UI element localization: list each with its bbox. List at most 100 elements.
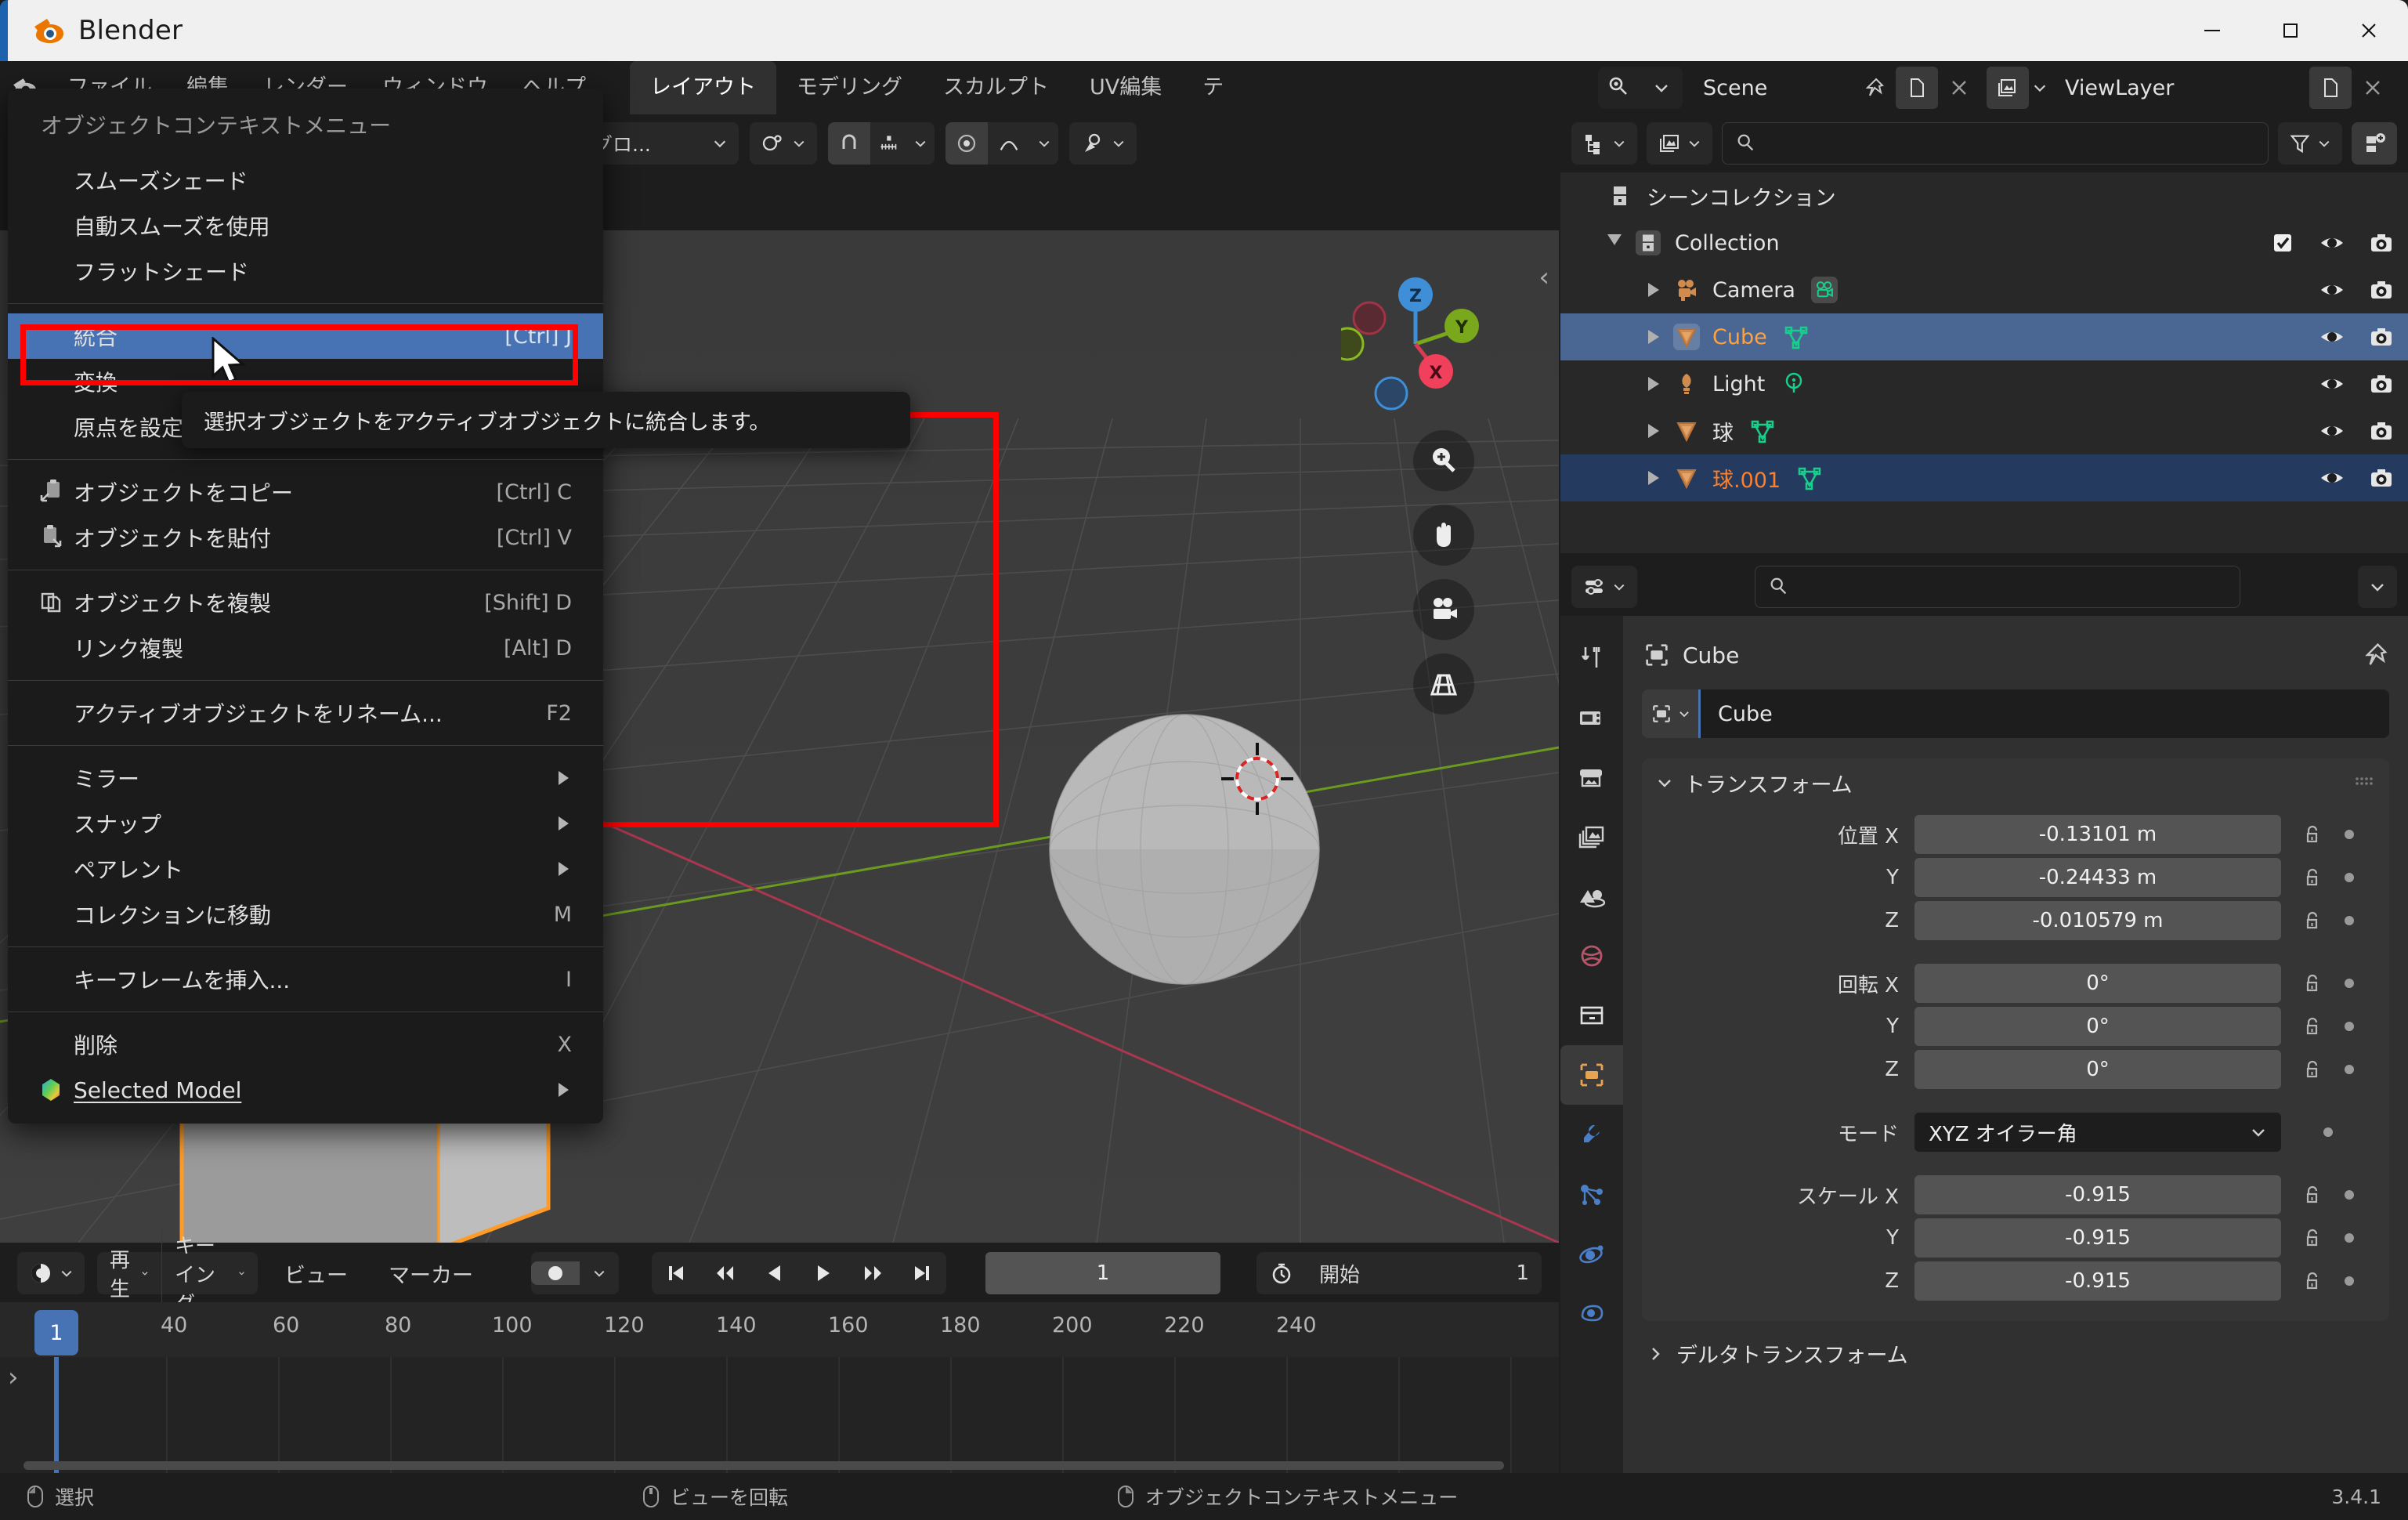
scene-pin-icon[interactable] (1853, 67, 1896, 109)
start-frame-field[interactable]: 開始 1 (1307, 1259, 1542, 1288)
tab-view-layer[interactable] (1560, 807, 1623, 867)
outliner-tree[interactable]: シーンコレクション Collection Camera Cube Light 球… (1560, 172, 2408, 553)
outliner-row-cube[interactable]: Cube (1560, 313, 2408, 360)
camera-view-button[interactable] (1413, 579, 1474, 640)
menu-item-copy-objects[interactable]: オブジェクトをコピー [Ctrl] C (8, 469, 603, 515)
scene-delete-icon[interactable] (1938, 67, 1980, 109)
object-context-menu[interactable]: オブジェクトコンテキストメニュー スムーズシェード 自動スムーズを使用 フラット… (8, 89, 603, 1124)
hide-in-viewport-eye-icon[interactable] (2319, 465, 2345, 490)
hide-in-viewport-eye-icon[interactable] (2319, 324, 2345, 349)
snap-chevron-icon[interactable] (906, 122, 935, 165)
lock-rotation-y-icon[interactable] (2302, 1015, 2324, 1037)
jump-to-start-button[interactable] (652, 1261, 700, 1285)
outliner-row-light[interactable]: Light (1560, 360, 2408, 407)
rotation-mode-dropdown[interactable]: XYZ オイラー角 (1914, 1113, 2281, 1152)
camera-data-icon[interactable] (1810, 277, 1838, 303)
proportional-edit-icon[interactable] (945, 122, 988, 165)
properties-options-button[interactable] (2358, 566, 2397, 608)
rotation-y-row[interactable]: Y 0° (1656, 1006, 2375, 1047)
tab-layout[interactable]: レイアウト (630, 61, 776, 114)
menu-item-shade-smooth[interactable]: スムーズシェード (8, 157, 603, 203)
snap-magnet-icon[interactable] (828, 122, 870, 165)
menu-item-paste-objects[interactable]: オブジェクトを貼付 [Ctrl] V (8, 515, 603, 560)
toggle-perspective-button[interactable] (1413, 653, 1474, 715)
timeline-editor-type[interactable] (17, 1252, 85, 1294)
hide-in-viewport-eye-icon[interactable] (2319, 418, 2345, 443)
animate-scale-x-dot[interactable] (2345, 1190, 2354, 1200)
tab-sculpt[interactable]: スカルプト (923, 66, 1069, 110)
playhead-label[interactable]: 1 (34, 1310, 78, 1355)
tab-constraints[interactable] (1560, 1283, 1623, 1343)
hide-in-viewport-eye-icon[interactable] (2319, 230, 2345, 255)
mesh-data-icon[interactable] (1783, 324, 1810, 350)
outliner-row-camera[interactable]: Camera (1560, 266, 2408, 313)
expand-light-icon[interactable] (1648, 377, 1659, 391)
lock-location-y-icon[interactable] (2302, 867, 2324, 888)
animate-rotation-x-dot[interactable] (2345, 979, 2354, 988)
tab-tool[interactable] (1560, 628, 1623, 688)
falloff-chevron-icon[interactable] (1030, 122, 1058, 165)
timeline-grid[interactable] (0, 1357, 1559, 1473)
viewport-search-input[interactable] (526, 180, 1543, 223)
panel-drag-handle-icon[interactable] (2353, 774, 2375, 791)
tab-modeling[interactable]: モデリング (776, 66, 923, 110)
tab-physics[interactable] (1560, 1224, 1623, 1283)
properties-editor-type[interactable] (1571, 566, 1637, 608)
properties-editor[interactable]: Cube Cube トランスフォーム 位置 X -0.13101 m Y -0.… (1560, 558, 2408, 1473)
timeline-menu-playback[interactable]: 再生 (97, 1244, 161, 1302)
close-button[interactable] (2330, 0, 2408, 61)
menu-item-delete[interactable]: 削除 X (8, 1022, 603, 1067)
hide-in-viewport-eye-icon[interactable] (2319, 371, 2345, 396)
location-y-row[interactable]: Y -0.24433 m (1656, 857, 2375, 898)
auto-keying-record-icon[interactable] (531, 1261, 580, 1285)
rotation-z-row[interactable]: Z 0° (1656, 1049, 2375, 1090)
transform-panel-header[interactable]: トランスフォーム (1642, 758, 2389, 807)
scale-x-row[interactable]: スケール X -0.915 (1656, 1174, 2375, 1215)
scale-y-value[interactable]: -0.915 (1914, 1218, 2281, 1258)
mesh-data-icon[interactable] (1749, 418, 1776, 444)
outliner-row-collection[interactable]: Collection (1560, 219, 2408, 266)
menu-item-snap[interactable]: スナップ (8, 801, 603, 846)
disable-in-render-camera-icon[interactable] (2369, 324, 2394, 349)
sidebar-expand-arrow[interactable]: ‹ (1538, 262, 1549, 293)
viewlayer-selector[interactable]: ViewLayer (1987, 67, 2394, 109)
lock-rotation-z-icon[interactable] (2302, 1059, 2324, 1080)
outliner-filter-button[interactable] (2278, 122, 2342, 165)
menu-item-duplicate-linked[interactable]: リンク複製 [Alt] D (8, 625, 603, 671)
tab-scene[interactable] (1560, 867, 1623, 926)
disable-in-render-camera-icon[interactable] (2369, 371, 2394, 396)
properties-search-input[interactable] (1755, 566, 2240, 608)
outliner-row-sphere[interactable]: 球 (1560, 407, 2408, 454)
timeline-menu-view[interactable]: ビュー (270, 1258, 362, 1289)
play-button[interactable] (799, 1261, 848, 1285)
outliner-new-collection-button[interactable] (2352, 122, 2397, 165)
menu-item-selected-model[interactable]: Selected Model (8, 1067, 603, 1113)
disable-in-render-camera-icon[interactable] (2369, 277, 2394, 302)
animate-location-x-dot[interactable] (2345, 830, 2354, 839)
rotation-mode-row[interactable]: モード XYZ オイラー角 (1656, 1112, 2375, 1153)
object-name-input[interactable]: Cube (1698, 689, 2389, 738)
navigation-gizmo[interactable]: Z Y X (1341, 270, 1490, 418)
outliner-search-input[interactable] (1722, 122, 2269, 165)
timeline-ruler[interactable]: 20 40 60 80 100 120 140 160 180 200 220 … (0, 1302, 1559, 1357)
falloff-curve-icon[interactable] (988, 122, 1030, 165)
play-reverse-button[interactable] (750, 1261, 799, 1285)
expand-sphere-001-icon[interactable] (1648, 471, 1659, 485)
rotation-z-value[interactable]: 0° (1914, 1050, 2281, 1089)
pivot-point-dropdown[interactable] (750, 122, 817, 165)
location-z-row[interactable]: Z -0.010579 m (1656, 900, 2375, 941)
location-y-value[interactable]: -0.24433 m (1914, 858, 2281, 897)
lock-scale-y-icon[interactable] (2302, 1227, 2324, 1249)
rotation-x-value[interactable]: 0° (1914, 964, 2281, 1003)
animate-rotation-z-dot[interactable] (2345, 1065, 2354, 1074)
viewlayer-icon[interactable] (1987, 67, 2029, 109)
outliner-row-scene-collection[interactable]: シーンコレクション (1560, 172, 2408, 219)
render-engine-selector[interactable] (1598, 67, 1683, 109)
jump-to-next-keyframe-button[interactable] (848, 1261, 898, 1285)
outliner-editor[interactable]: シーンコレクション Collection Camera Cube Light 球… (1560, 114, 2408, 553)
menu-item-mirror[interactable]: ミラー (8, 755, 603, 801)
menu-item-shade-flat[interactable]: フラットシェード (8, 248, 603, 294)
tab-render[interactable] (1560, 688, 1623, 747)
auto-keying-chevron-icon[interactable] (580, 1266, 619, 1280)
location-z-value[interactable]: -0.010579 m (1914, 901, 2281, 940)
